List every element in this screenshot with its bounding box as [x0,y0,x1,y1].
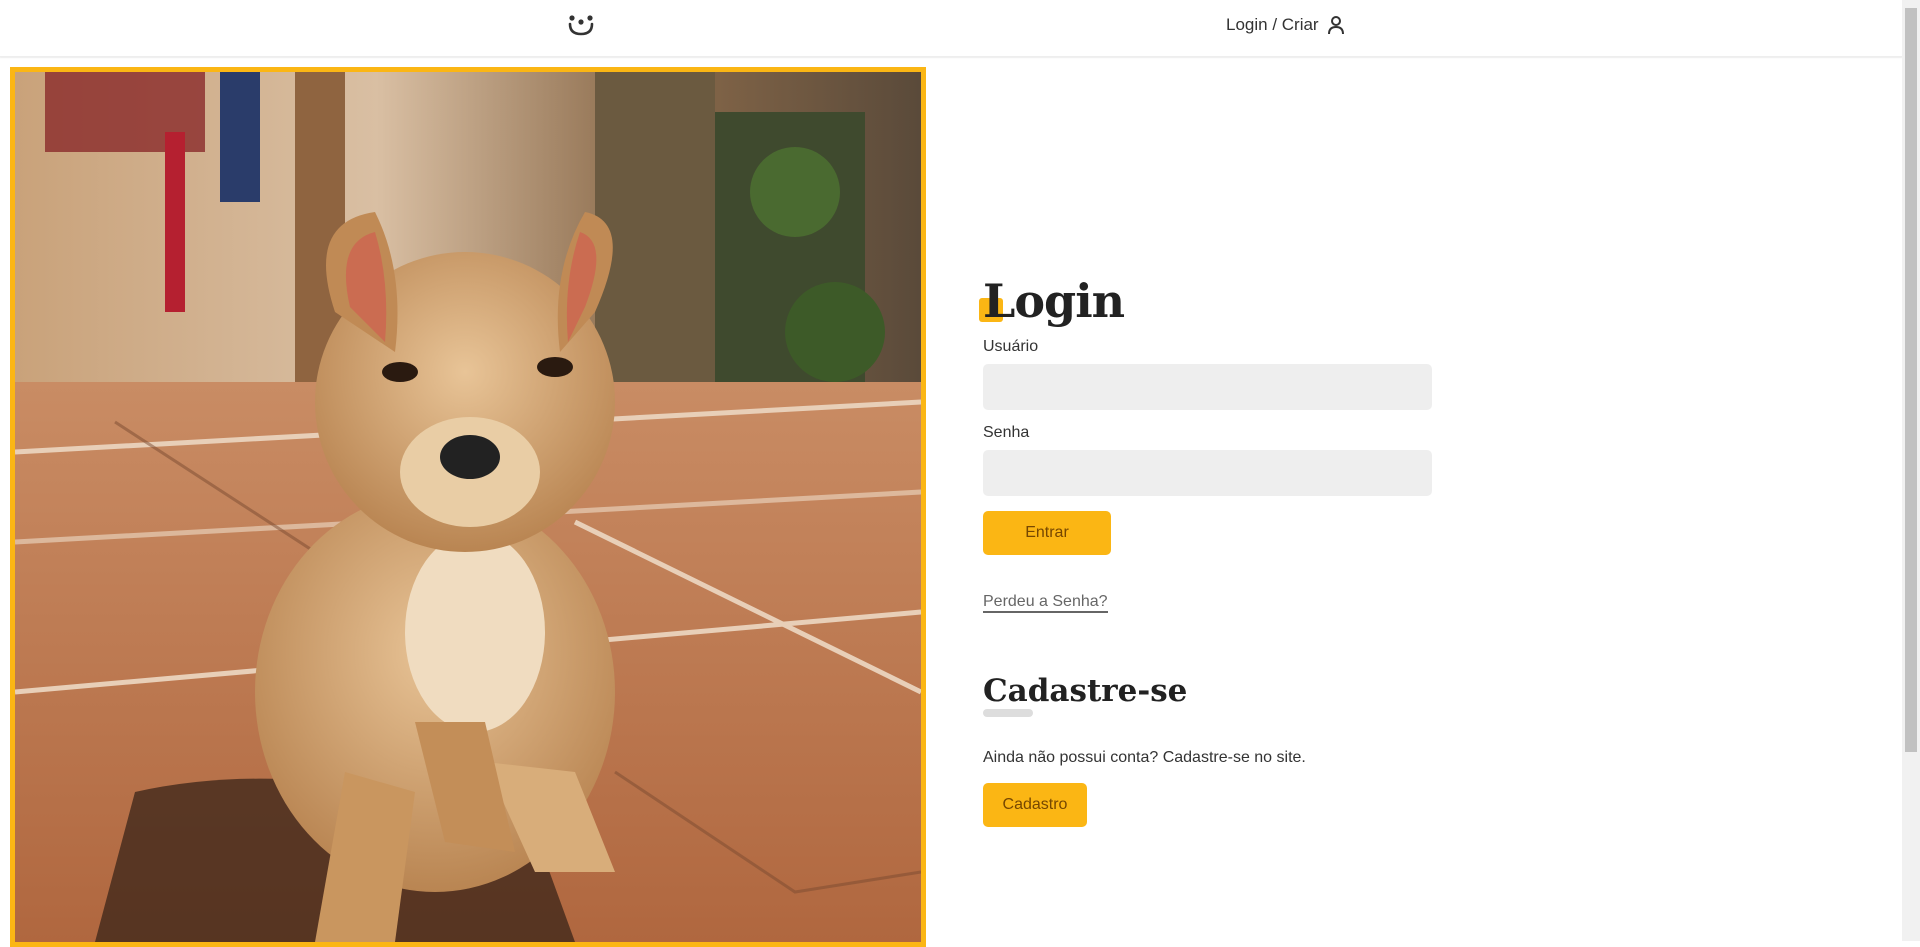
logo-svg [568,15,594,36]
login-create-label: Login / Criar [1226,15,1319,34]
page-title: Login [983,274,1125,328]
password-label: Senha [983,424,1030,441]
login-create-link[interactable]: Login / Criar [1226,12,1345,38]
login-form: Usuário Senha Entrar [983,336,1433,555]
site-header: Login / Criar [0,0,1902,57]
password-input[interactable] [983,450,1432,496]
dog-face-icon[interactable] [566,10,596,38]
login-title-wrap: Login [979,268,1433,334]
login-form-section: Login Usuário Senha Entrar Perdeu a Senh… [979,268,1433,827]
register-section: Cadastre-se Ainda não possui conta? Cada… [983,673,1433,827]
puppy-illustration [15,72,921,942]
username-input[interactable] [983,364,1432,410]
register-title-underline [983,709,1033,717]
login-submit-button[interactable]: Entrar [983,511,1111,555]
user-icon [1327,16,1344,35]
scrollbar-thumb[interactable] [1905,8,1917,752]
username-label: Usuário [983,338,1039,355]
lost-password-link[interactable]: Perdeu a Senha? [983,593,1108,613]
puppy-photo [10,67,926,947]
register-button[interactable]: Cadastro [983,783,1087,827]
register-title: Cadastre-se [983,673,1188,709]
register-text: Ainda não possui conta? Cadastre-se no s… [983,749,1306,766]
page-scrollbar[interactable] [1902,0,1920,941]
